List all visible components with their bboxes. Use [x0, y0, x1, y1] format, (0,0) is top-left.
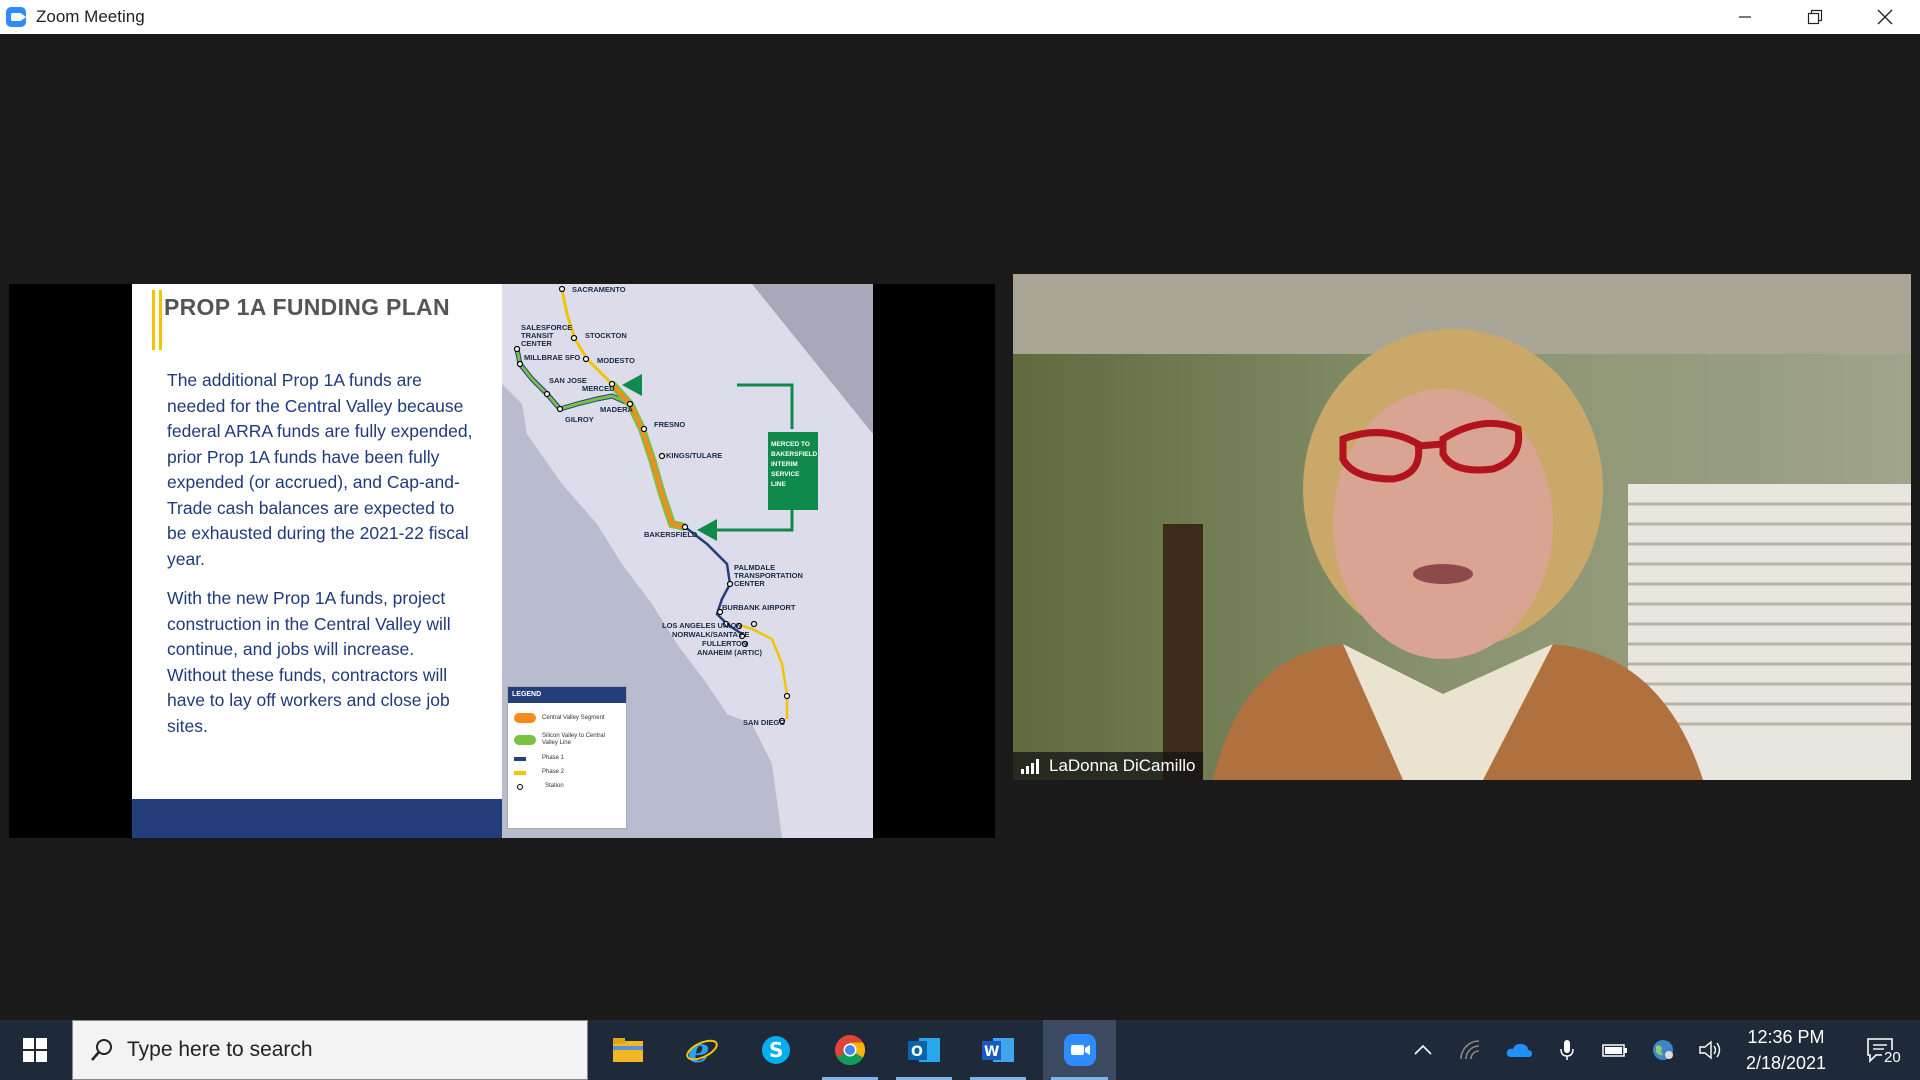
- meeting-area: PROP 1A FUNDING PLAN The additional Prop…: [0, 34, 1920, 1020]
- minimize-icon: [1739, 16, 1751, 18]
- callout-arrow-top: [737, 383, 794, 429]
- slide-footer-bar: [132, 799, 502, 838]
- window-title: Zoom Meeting: [36, 7, 145, 26]
- interim-line-callout: MERCED TO BAKERSFIELD INTERIM SERVICE LI…: [768, 432, 818, 510]
- wifi-icon: [1460, 1040, 1480, 1060]
- signal-strength-icon: [1021, 758, 1041, 774]
- svg-text:W: W: [984, 1044, 999, 1060]
- skype-icon: S: [762, 1036, 790, 1064]
- onedrive-button[interactable]: [1496, 1020, 1542, 1080]
- participant-name-tag: LaDonna DiCamillo: [1013, 752, 1204, 780]
- search-placeholder: Type here to search: [127, 1038, 313, 1061]
- legend-item: Phase 2: [514, 769, 564, 776]
- minimize-button[interactable]: [1710, 0, 1780, 34]
- city-fresno: FRESNO: [654, 420, 686, 429]
- svg-text:O: O: [911, 1044, 923, 1060]
- notification-count-badge: 20: [1882, 1049, 1903, 1066]
- screen-share: PROP 1A FUNDING PLAN The additional Prop…: [9, 284, 995, 838]
- globe-icon: [1653, 1040, 1673, 1060]
- city-fullerton: FULLERTON: [702, 639, 748, 648]
- city-burbank: BURBANK AIRPORT: [722, 603, 796, 612]
- show-hidden-icons-button[interactable]: [1400, 1020, 1446, 1080]
- taskbar-search-box[interactable]: Type here to search: [72, 1020, 588, 1080]
- participant-video[interactable]: LaDonna DiCamillo: [1013, 274, 1911, 780]
- onedrive-cloud-icon: [1506, 1043, 1532, 1057]
- svg-text:S: S: [769, 1038, 783, 1062]
- start-button[interactable]: [0, 1020, 70, 1080]
- battery-button[interactable]: [1592, 1020, 1638, 1080]
- legend-item: Silicon Valley to Central Valley Line: [514, 733, 612, 747]
- city-san-diego: SAN DIEGO: [743, 718, 786, 727]
- city-millbrae: MILLBRAE SFO: [524, 353, 581, 362]
- chevron-up-icon: [1414, 1044, 1432, 1055]
- city-salesforce: SALESFORCE TRANSIT CENTER: [521, 323, 573, 348]
- city-anaheim: ANAHEIM (ARTIC): [697, 648, 762, 657]
- zoom-app-icon: [6, 7, 26, 27]
- city-stockton: STOCKTON: [585, 331, 627, 340]
- city-norwalk: NORWALK/SANTA FE: [672, 630, 750, 639]
- city-modesto: MODESTO: [597, 356, 635, 365]
- legend-swatch-cv: [514, 713, 536, 723]
- city-gilroy: GILROY: [565, 415, 594, 424]
- close-button[interactable]: [1850, 0, 1920, 34]
- slide-paragraph-1: The additional Prop 1A funds are needed …: [167, 370, 473, 569]
- legend-item: Central Valley Segment: [514, 713, 612, 723]
- city-palmdale: PALMDALE TRANSPORTATION CENTER: [734, 563, 803, 588]
- legend-swatch-phase2: [514, 770, 526, 775]
- zoom-icon: [1063, 1034, 1096, 1066]
- microphone-icon: [1560, 1040, 1574, 1060]
- legend-swatch-sv: [514, 735, 536, 745]
- participant-video-frame: [1013, 274, 1911, 780]
- legend-item: Phase 1: [514, 755, 564, 762]
- chrome-icon: [835, 1035, 866, 1066]
- taskbar-clock[interactable]: 12:36 PM 2/18/2021: [1730, 1020, 1842, 1080]
- city-madera: MADERA: [600, 405, 633, 414]
- city-merced: MERCED: [582, 384, 615, 393]
- clock-date: 2/18/2021: [1745, 1053, 1827, 1073]
- legend-title: LEGEND: [508, 687, 626, 703]
- city-kings-tulare: KINGS/TULARE: [666, 451, 723, 460]
- slide-title: PROP 1A FUNDING PLAN: [164, 294, 450, 320]
- internet-explorer-button[interactable]: e: [666, 1020, 738, 1080]
- clock-time: 12:36 PM: [1747, 1027, 1825, 1047]
- outlook-button[interactable]: O: [888, 1020, 960, 1080]
- presentation-slide: PROP 1A FUNDING PLAN The additional Prop…: [132, 284, 873, 838]
- vpn-globe-button[interactable]: [1640, 1020, 1686, 1080]
- chrome-button[interactable]: [814, 1020, 886, 1080]
- map-legend: LEGEND Central Valley Segment Silicon Va…: [507, 686, 627, 829]
- volume-button[interactable]: [1688, 1020, 1734, 1080]
- internet-explorer-icon: e: [686, 1033, 718, 1067]
- rail-map: SACRAMENTO SALESFORCE TRANSIT CENTER STO…: [502, 284, 873, 838]
- title-bar: Zoom Meeting: [0, 0, 1920, 34]
- outlook-icon: O: [908, 1038, 940, 1062]
- zoom-taskbar-button[interactable]: [1043, 1020, 1116, 1080]
- windows-taskbar: Type here to search e S O W 12:36 PM 2/1…: [0, 1020, 1920, 1080]
- restore-icon: [1807, 9, 1823, 25]
- skype-button[interactable]: S: [740, 1020, 812, 1080]
- close-icon: [1877, 9, 1893, 25]
- microphone-button[interactable]: [1544, 1020, 1590, 1080]
- word-icon: W: [982, 1038, 1014, 1062]
- slide-paragraph-2: With the new Prop 1A funds, project cons…: [167, 588, 451, 736]
- search-icon: [91, 1039, 112, 1061]
- network-button[interactable]: [1448, 1020, 1494, 1080]
- word-button[interactable]: W: [962, 1020, 1034, 1080]
- speaker-icon: [1699, 1040, 1721, 1060]
- city-bakersfield: BAKERSFIELD: [644, 530, 698, 539]
- windows-logo-icon: [23, 1038, 47, 1062]
- title-accent-bars: [152, 290, 162, 350]
- participant-name: LaDonna DiCamillo: [1049, 756, 1196, 775]
- folder-icon: [613, 1038, 643, 1062]
- battery-icon: [1602, 1044, 1627, 1057]
- legend-swatch-phase1: [514, 756, 526, 761]
- legend-swatch-station: [517, 783, 523, 790]
- city-los-angeles: LOS ANGELES UNION: [662, 621, 742, 630]
- city-sacramento: SACRAMENTO: [572, 285, 626, 294]
- callout-arrow-bottom: [707, 510, 794, 532]
- restore-button[interactable]: [1780, 0, 1850, 34]
- nevada-shape: [752, 284, 873, 434]
- file-explorer-button[interactable]: [592, 1020, 664, 1080]
- legend-item: Station: [514, 783, 564, 790]
